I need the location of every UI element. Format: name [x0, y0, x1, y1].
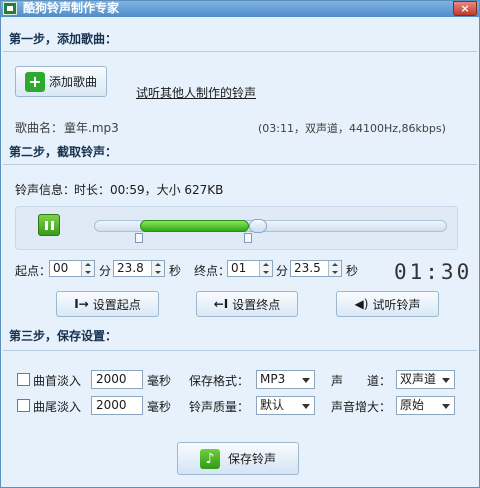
- step2-heading: 第二步，截取铃声：: [9, 145, 118, 159]
- format-label: 保存格式：: [189, 374, 250, 388]
- ringtone-info-label: 铃声信息：: [15, 183, 76, 197]
- ringtone-info-value: 时长：00:59，大小 627KB: [74, 183, 224, 197]
- separator: [3, 51, 477, 52]
- preview-label: 试听铃声: [372, 297, 421, 312]
- set-start-button[interactable]: I→ 设置起点: [56, 291, 159, 317]
- step1-heading: 第一步，添加歌曲：: [9, 32, 118, 46]
- separator: [3, 164, 477, 165]
- set-start-label: 设置起点: [92, 297, 141, 312]
- song-name-value: 童年.mp3: [64, 121, 119, 135]
- pause-icon: [45, 221, 48, 230]
- volume-label: 声音增大：: [331, 400, 392, 414]
- save-ringtone-button[interactable]: ♪ 保存铃声: [177, 442, 299, 475]
- spin-arrows-icon[interactable]: [81, 261, 94, 276]
- start-min-value: 00: [53, 261, 69, 275]
- ms-unit: 毫秒: [147, 374, 172, 388]
- start-sec-stepper[interactable]: 23.8: [113, 260, 165, 277]
- end-sec-value: 23.5: [294, 261, 321, 275]
- start-sec-value: 23.8: [117, 261, 144, 275]
- song-name-label: 歌曲名：: [15, 121, 64, 135]
- sec-unit: 秒: [169, 264, 182, 278]
- separator: [3, 350, 477, 351]
- end-sec-stepper[interactable]: 23.5: [290, 260, 342, 277]
- add-song-label: 添加歌曲: [48, 75, 97, 89]
- fade-in-label: 曲首淡入: [33, 374, 82, 388]
- app-icon: [3, 2, 17, 15]
- set-end-button[interactable]: ←I 设置终点: [196, 291, 298, 317]
- step3-heading: 第三步，保存设置：: [9, 329, 118, 343]
- quality-select[interactable]: 默认: [256, 396, 315, 415]
- listen-others-link[interactable]: 试听其他人制作的铃声: [136, 84, 256, 101]
- ms-unit: 毫秒: [147, 400, 172, 414]
- preview-ringtone-button[interactable]: ◀) 试听铃声: [336, 291, 439, 317]
- save-label: 保存铃声: [227, 452, 276, 466]
- song-info: (03:11，双声道，44100Hz,86kbps): [258, 122, 446, 135]
- start-marker[interactable]: [135, 233, 143, 243]
- format-select[interactable]: MP3: [256, 370, 315, 389]
- spin-arrows-icon[interactable]: [328, 261, 341, 276]
- spin-arrows-icon[interactable]: [151, 261, 164, 276]
- end-label: 终点：: [194, 264, 231, 278]
- plus-icon: +: [24, 71, 45, 92]
- add-song-button[interactable]: + 添加歌曲: [15, 66, 107, 97]
- speaker-icon: ◀): [354, 297, 369, 311]
- pause-button[interactable]: [38, 214, 60, 236]
- end-min-value: 01: [231, 261, 247, 275]
- quality-label: 铃声质量：: [189, 400, 250, 414]
- min-unit: 分: [99, 264, 112, 278]
- end-min-stepper[interactable]: 01: [227, 260, 273, 277]
- channel-select[interactable]: 双声道: [396, 370, 455, 389]
- cursor-icon: ←I: [213, 297, 229, 311]
- fade-in-checkbox[interactable]: [17, 373, 30, 386]
- start-min-stepper[interactable]: 00: [49, 260, 95, 277]
- fade-out-input[interactable]: 2000: [91, 396, 143, 415]
- cursor-icon: I→: [74, 297, 89, 311]
- fade-out-checkbox[interactable]: [17, 399, 30, 412]
- sec-unit: 秒: [346, 264, 359, 278]
- title-bar: 酷狗铃声制作专家 ×: [1, 1, 479, 17]
- start-label: 起点：: [15, 264, 52, 278]
- window-title: 酷狗铃声制作专家: [23, 1, 120, 15]
- fade-out-label: 曲尾淡入: [33, 400, 82, 414]
- set-end-label: 设置终点: [232, 297, 281, 312]
- volume-select[interactable]: 原始: [396, 396, 455, 415]
- min-unit: 分: [276, 264, 289, 278]
- time-display: 01:30: [394, 260, 473, 284]
- channel-label: 声 道：: [331, 374, 392, 388]
- playhead-knob[interactable]: [249, 219, 267, 233]
- close-button[interactable]: ×: [453, 1, 477, 16]
- end-marker[interactable]: [244, 233, 252, 243]
- trim-selection[interactable]: [140, 220, 249, 232]
- music-note-icon: ♪: [199, 448, 220, 469]
- spin-arrows-icon[interactable]: [259, 261, 272, 276]
- app-window: 酷狗铃声制作专家 × 第一步，添加歌曲： + 添加歌曲 试听其他人制作的铃声 歌…: [0, 0, 480, 488]
- fade-in-input[interactable]: 2000: [91, 370, 143, 389]
